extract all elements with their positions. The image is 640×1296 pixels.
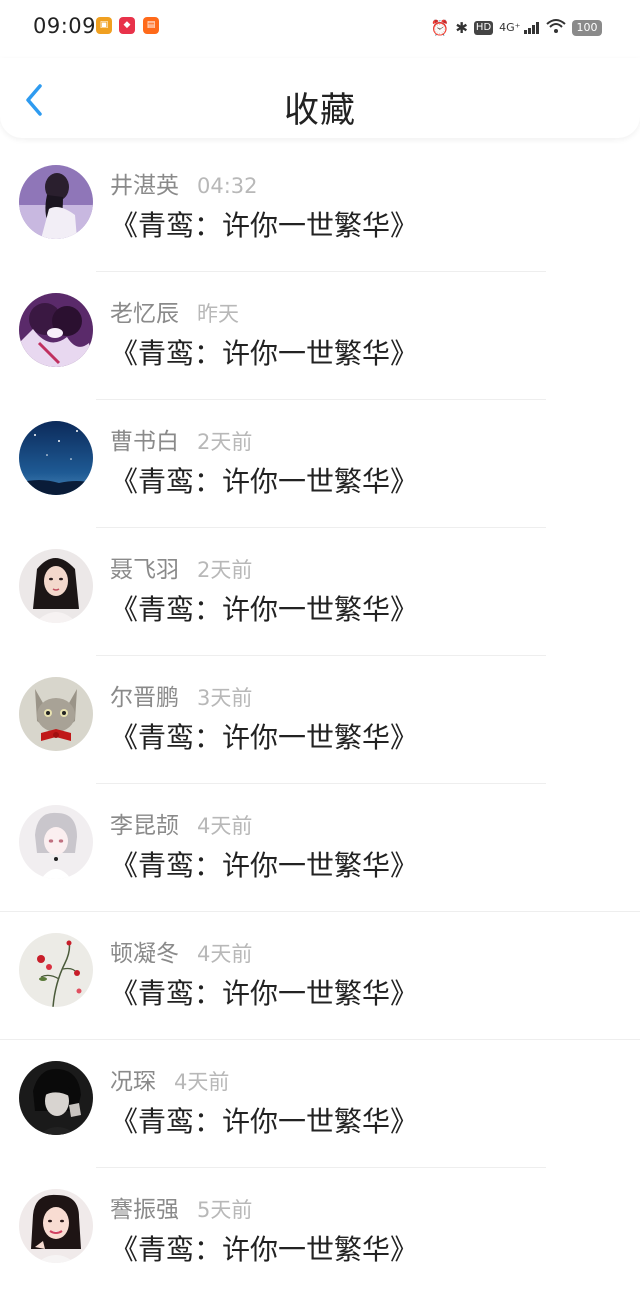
item-meta: 聂飞羽 2天前 <box>110 550 252 584</box>
favorites-list: 井湛英 04:32 《青鸾：许你一世繁华》 老忆辰昨天 《青鸾：许你一世繁华》 <box>0 144 640 1296</box>
status-icons: ⏰ ✱ HD 4G⁺ 100 <box>431 16 602 40</box>
timestamp: 04:32 <box>197 174 258 198</box>
book-title[interactable]: 《青鸾：许你一世繁华》 <box>110 1228 418 1268</box>
timestamp: 2天前 <box>197 558 253 582</box>
user-name: 老忆辰 <box>110 301 179 327</box>
item-meta: 井湛英 04:32 <box>110 166 258 200</box>
book-title[interactable]: 《青鸾：许你一世繁华》 <box>110 716 418 756</box>
timestamp: 4天前 <box>174 1070 230 1094</box>
item-meta: 况琛 4天前 <box>110 1062 229 1096</box>
wifi-icon <box>546 18 566 39</box>
user-name: 謇振强 <box>110 1197 179 1223</box>
user-name: 井湛英 <box>110 173 179 199</box>
book-title[interactable]: 《青鸾：许你一世繁华》 <box>110 204 418 244</box>
book-title[interactable]: 《青鸾：许你一世繁华》 <box>110 588 418 628</box>
list-item[interactable]: 老忆辰 昨天 《青鸾：许你一世繁华》 <box>0 272 640 400</box>
status-bar: 09:09 ▣ ◆ ▤ ⏰ ✱ HD 4G⁺ 100 <box>0 0 640 56</box>
status-time: 09:09 <box>33 14 97 38</box>
hd-icon: HD <box>473 21 494 35</box>
book-title[interactable]: 《青鸾：许你一世繁华》 <box>110 844 418 884</box>
book-title[interactable]: 《青鸾：许你一世繁华》 <box>110 972 418 1012</box>
avatar[interactable] <box>19 421 93 495</box>
page-title: 收藏 <box>283 91 356 131</box>
timestamp: 2天前 <box>197 430 253 454</box>
timestamp: 5天前 <box>197 1198 253 1222</box>
list-item[interactable]: 謇振强 5天前 《青鸾：许你一世繁华》 <box>0 1168 640 1296</box>
avatar[interactable] <box>19 293 93 367</box>
network-type: 4G⁺ <box>499 21 521 34</box>
avatar[interactable] <box>19 805 93 879</box>
list-item[interactable]: 聂飞羽 2天前 《青鸾：许你一世繁华》 <box>0 528 640 656</box>
user-name: 尔晋鹏 <box>110 685 179 711</box>
timestamp: 昨天 <box>197 302 239 326</box>
header: 收藏 <box>0 58 640 138</box>
book-title[interactable]: 《青鸾：许你一世繁华》 <box>110 1100 418 1140</box>
list-item[interactable]: 况琛 4天前 《青鸾：许你一世繁华》 <box>0 1040 640 1168</box>
alarm-icon: ⏰ <box>430 19 450 37</box>
item-meta: 謇振强 5天前 <box>110 1190 252 1224</box>
list-item[interactable]: 顿凝冬 4天前 《青鸾：许你一世繁华》 <box>0 912 640 1040</box>
list-item[interactable]: 李昆颉 4天前 《青鸾：许你一世繁华》 <box>0 784 640 912</box>
user-name: 聂飞羽 <box>110 557 179 583</box>
user-name: 李昆颉 <box>110 813 179 839</box>
signal-icon: 4G⁺ <box>499 18 540 38</box>
list-item[interactable]: 曹书白 2天前 《青鸾：许你一世繁华》 <box>0 400 640 528</box>
avatar[interactable] <box>19 165 93 239</box>
avatar[interactable] <box>19 677 93 751</box>
avatar[interactable] <box>19 1061 93 1135</box>
item-meta: 顿凝冬 4天前 <box>110 934 252 968</box>
item-meta: 老忆辰 昨天 <box>110 294 239 328</box>
app-notification-icon: ▣ <box>96 17 112 34</box>
book-title[interactable]: 《青鸾：许你一世繁华》 <box>110 332 418 372</box>
app-notification-icon: ◆ <box>119 17 135 34</box>
avatar[interactable] <box>19 933 93 1007</box>
item-meta: 尔晋鹏 3天前 <box>110 678 252 712</box>
user-name: 曹书白 <box>110 429 179 455</box>
bluetooth-icon: ✱ <box>455 19 468 37</box>
list-item[interactable]: 井湛英 04:32 《青鸾：许你一世繁华》 <box>0 144 640 272</box>
user-name: 况琛 <box>110 1069 156 1095</box>
app-notification-icon: ▤ <box>143 17 159 34</box>
avatar[interactable] <box>19 1189 93 1263</box>
avatar[interactable] <box>19 549 93 623</box>
item-meta: 曹书白 2天前 <box>110 422 252 456</box>
timestamp: 4天前 <box>197 814 253 838</box>
list-item[interactable]: 尔晋鹏 3天前 《青鸾：许你一世繁华》 <box>0 656 640 784</box>
user-name: 顿凝冬 <box>110 941 179 967</box>
book-title[interactable]: 《青鸾：许你一世繁华》 <box>110 460 418 500</box>
timestamp: 3天前 <box>197 686 253 710</box>
item-meta: 李昆颉 4天前 <box>110 806 252 840</box>
timestamp: 4天前 <box>197 942 253 966</box>
battery-icon: 100 <box>572 20 602 36</box>
